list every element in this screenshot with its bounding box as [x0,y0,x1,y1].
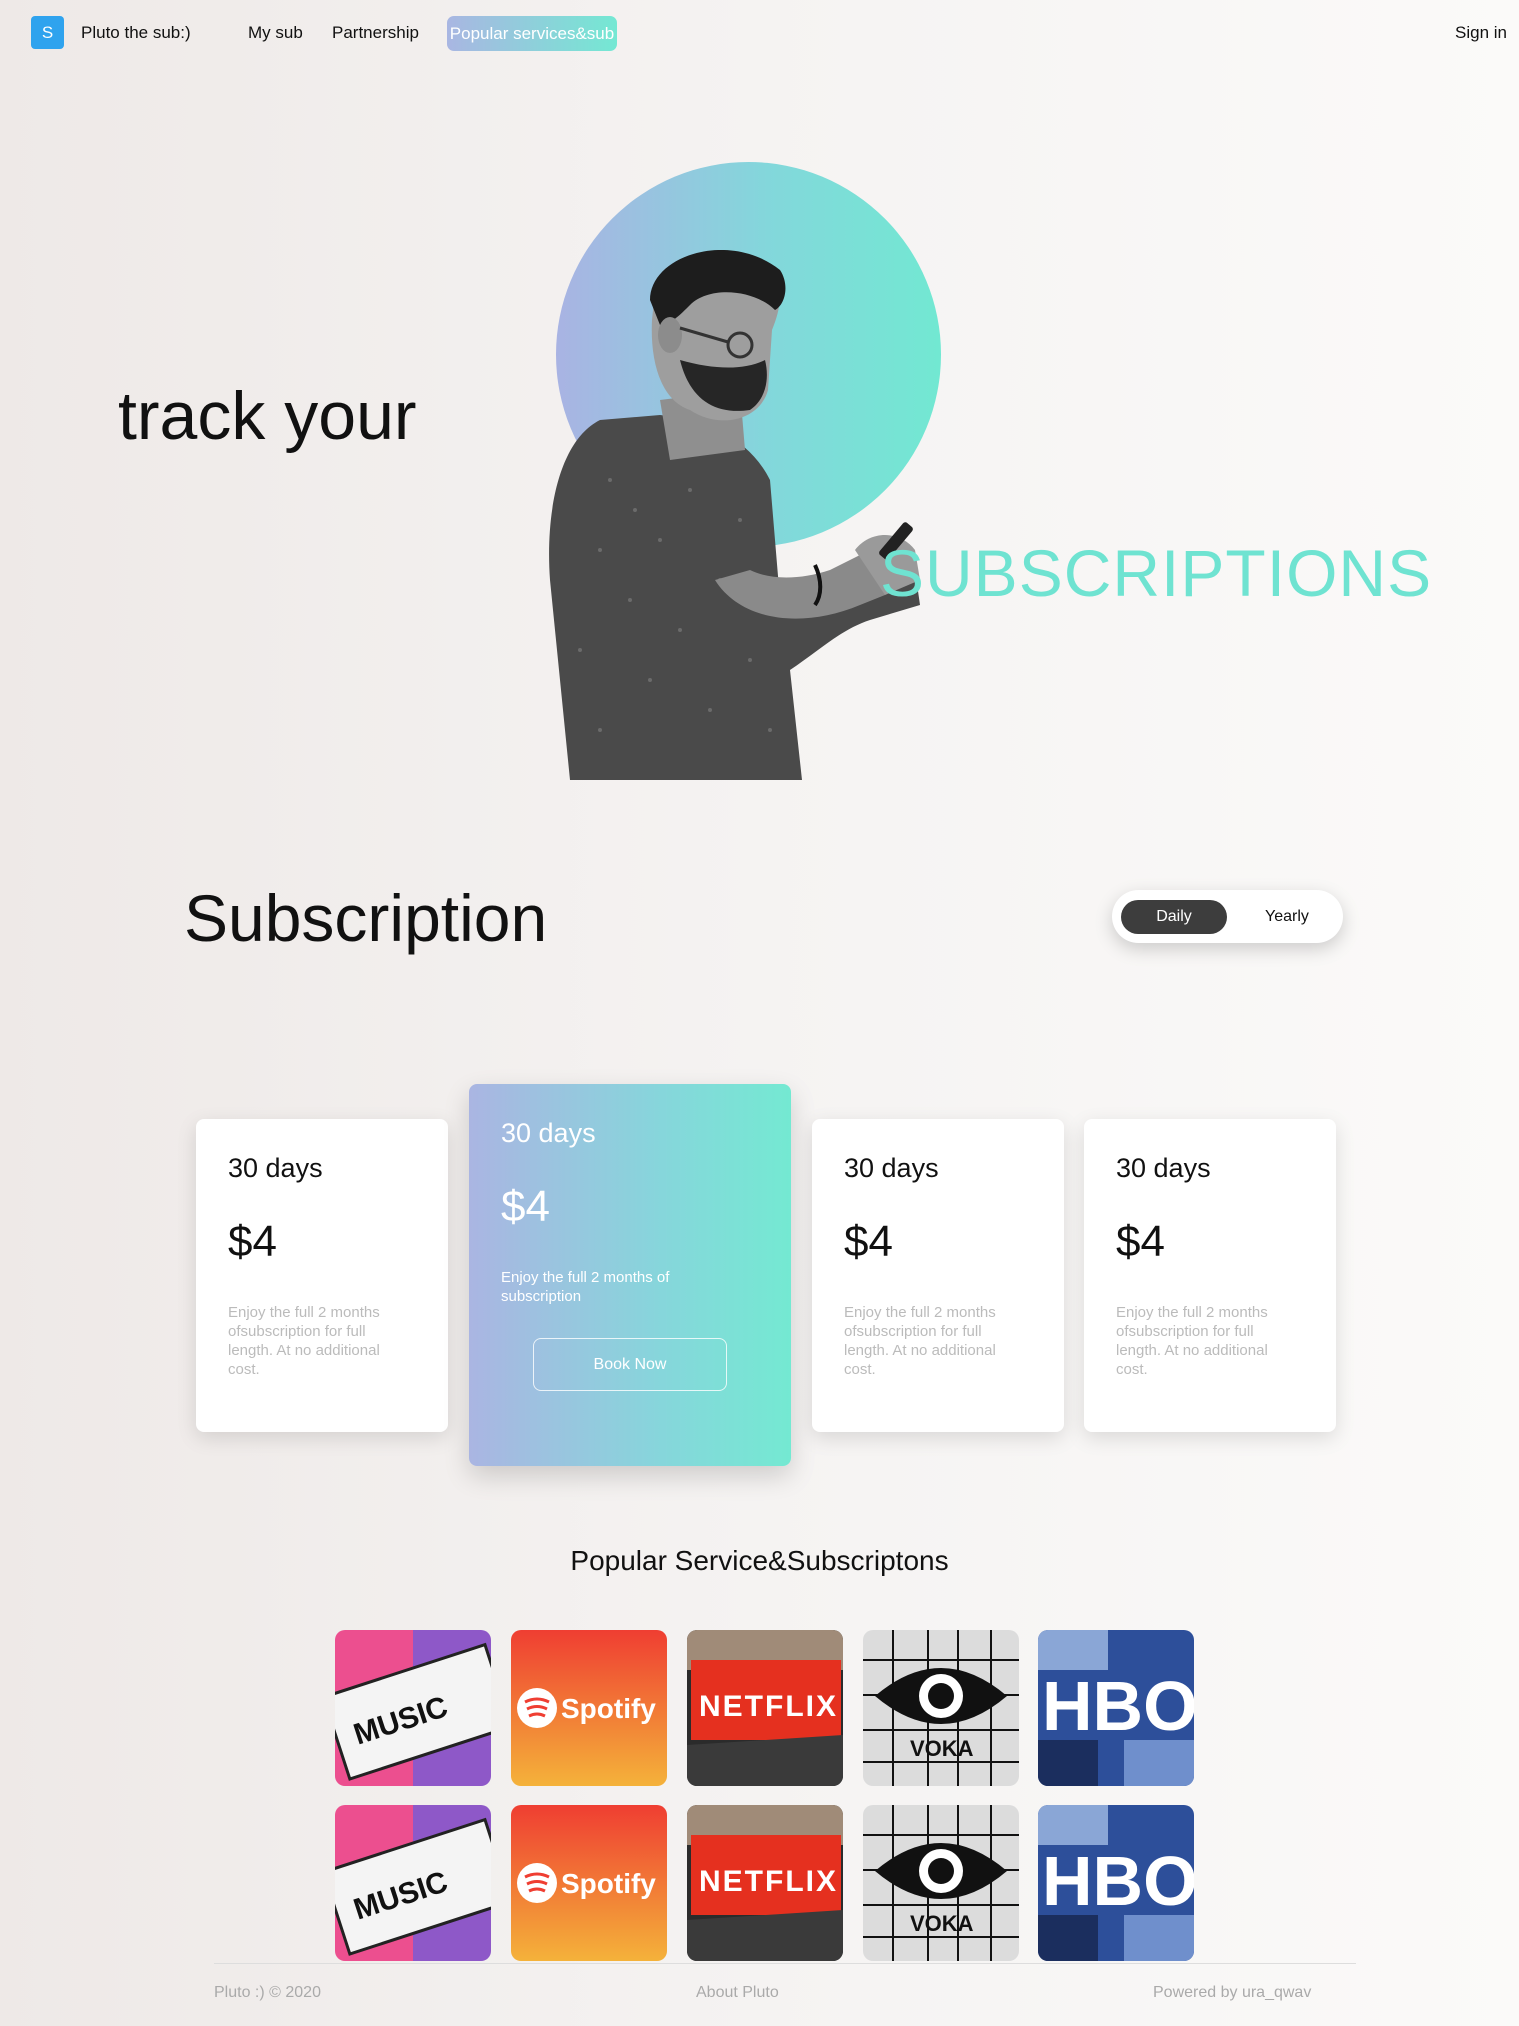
toggle-daily[interactable]: Daily [1121,900,1227,934]
logo-badge[interactable]: S [31,16,64,49]
plan-duration: 30 days [844,1153,939,1183]
spotify-tile[interactable]: Spotify [511,1630,667,1786]
footer-divider [214,1963,1356,1964]
plan-duration: 30 days [228,1153,323,1183]
plan-description: Enjoy the full 2 months ofsubscription f… [1116,1304,1268,1378]
apple-music-tile[interactable]: MUSIC [335,1630,491,1786]
hbo-tile[interactable]: HBO [1038,1805,1194,1961]
subscription-title: Subscription [184,881,548,955]
hbo-text: HBO [1042,1842,1194,1920]
brand-name[interactable]: Pluto the sub:) [81,23,191,43]
spotify-text: Spotify [561,1693,656,1724]
netflix-text: NETFLIX [699,1865,838,1898]
plan-duration: 30 days [1116,1153,1211,1183]
nav-popular-services[interactable]: Popular services&sub [447,16,617,51]
hbo-tile[interactable]: HBO [1038,1630,1194,1786]
plan-duration: 30 days [501,1118,596,1148]
nav-my-sub[interactable]: My sub [248,23,303,43]
plan-price: $4 [844,1217,893,1266]
toggle-yearly[interactable]: Yearly [1242,900,1332,934]
hero-title-line1: track your [118,378,417,454]
plan-price: $4 [1116,1217,1165,1266]
footer-about-link[interactable]: About Pluto [696,1984,779,2002]
hero-person-illustration [549,250,920,780]
voka-tile[interactable]: VOKA [863,1630,1019,1786]
netflix-text: NETFLIX [699,1690,838,1723]
hbo-text: HBO [1042,1667,1194,1745]
plan-price: $4 [501,1182,550,1231]
billing-period-toggle[interactable]: Daily Yearly [1112,890,1343,943]
hero-title-line2: SUBSCRIPTIONS [880,536,1433,610]
voka-text: VOKA [910,1736,974,1761]
spotify-tile[interactable]: Spotify [511,1805,667,1961]
plan-card[interactable]: 30 days $4 Enjoy the full 2 months ofsub… [1084,1119,1336,1432]
plan-description: Enjoy the full 2 months ofsubscription f… [228,1304,380,1378]
spotify-text: Spotify [561,1868,656,1899]
footer-powered-by: Powered by ura_qwav [1153,1984,1312,2001]
voka-text: VOKA [910,1911,974,1936]
apple-music-tile[interactable]: MUSIC [335,1805,491,1961]
footer-copyright: Pluto :) © 2020 [214,1984,321,2001]
netflix-tile[interactable]: NETFLIX [687,1630,843,1786]
plan-price: $4 [228,1217,277,1266]
popular-services-title: Popular Service&Subscriptons [570,1545,949,1576]
book-now-button[interactable]: Book Now [533,1338,727,1391]
plan-card[interactable]: 30 days $4 Enjoy the full 2 months ofsub… [196,1119,448,1432]
sign-in-link[interactable]: Sign in [1455,23,1507,43]
netflix-tile[interactable]: NETFLIX [687,1805,843,1961]
voka-tile[interactable]: VOKA [863,1805,1019,1961]
plan-description: Enjoy the full 2 months of subscription [501,1269,670,1305]
plan-description: Enjoy the full 2 months ofsubscription f… [844,1304,996,1378]
top-nav: S Pluto the sub:) My sub Partnership Pop… [0,0,1519,70]
plan-card-featured[interactable]: 30 days $4 Enjoy the full 2 months of su… [469,1084,791,1466]
nav-partnership[interactable]: Partnership [332,23,419,43]
plan-card[interactable]: 30 days $4 Enjoy the full 2 months ofsub… [812,1119,1064,1432]
